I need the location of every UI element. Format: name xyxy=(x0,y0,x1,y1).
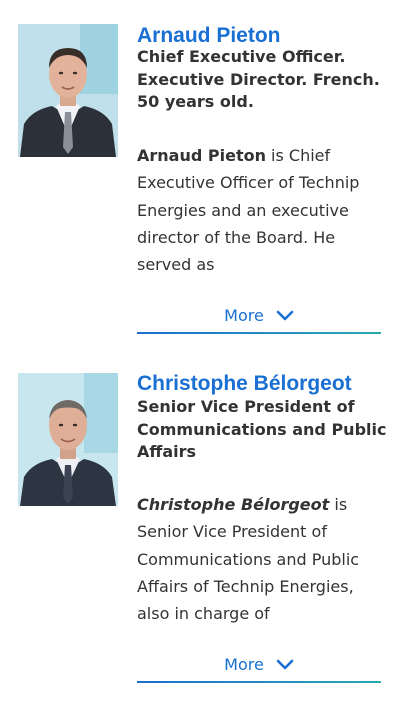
more-button[interactable]: More xyxy=(137,653,381,677)
bio-text: is Senior Vice President of Communicatio… xyxy=(137,495,360,624)
profile-bio: Christophe Bélorgeot is Senior Vice Pres… xyxy=(137,491,369,627)
divider xyxy=(137,681,381,683)
profile-photo xyxy=(18,373,118,506)
more-label: More xyxy=(224,655,264,674)
chevron-down-icon xyxy=(276,653,294,677)
bio-name-text: Christophe Bélorgeot xyxy=(137,495,330,514)
profile-card-christophe-belorgeot: Christophe Bélorgeot Senior Vice Preside… xyxy=(0,0,400,710)
profile-name: Christophe Bélorgeot xyxy=(137,372,352,395)
bio-name: Christophe Bélorgeot xyxy=(137,495,329,514)
profile-role: Senior Vice President of Communications … xyxy=(137,397,387,461)
